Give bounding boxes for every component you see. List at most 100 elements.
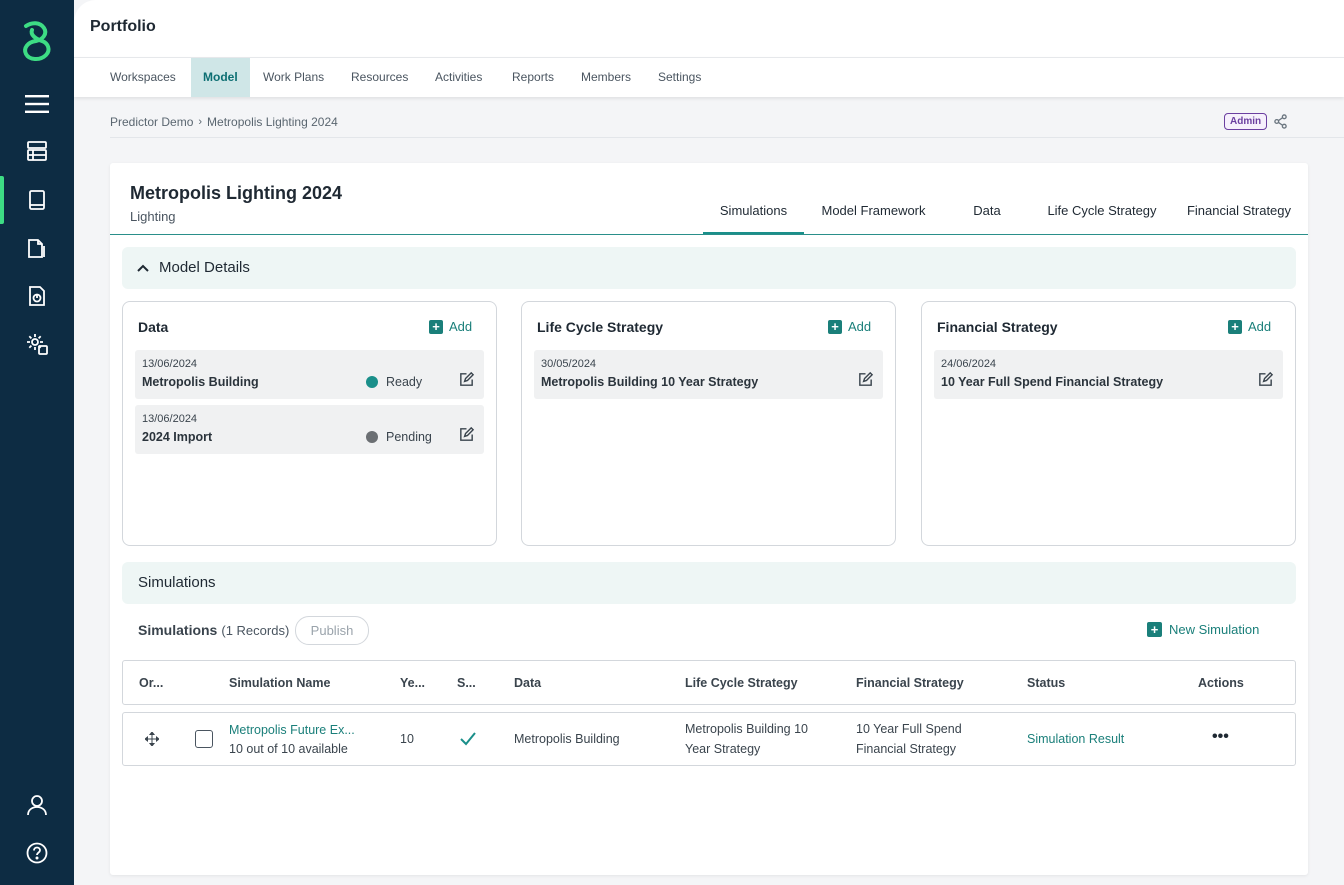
brand-logo[interactable] (18, 20, 56, 62)
item-date: 30/05/2024 (541, 358, 597, 370)
tabs-underline (110, 234, 1308, 235)
breadcrumb-divider (110, 137, 1344, 138)
nav-model[interactable]: Model (191, 58, 250, 97)
nav-work-plans[interactable]: Work Plans (251, 58, 336, 97)
data-item[interactable]: 13/06/2024 Metropolis Building Ready (135, 350, 484, 399)
simulations-record-header: Simulations (1 Records) (138, 622, 289, 638)
plus-icon: + (1147, 622, 1162, 637)
tab-simulations[interactable]: Simulations (703, 203, 804, 235)
breadcrumb-parent[interactable]: Predictor Demo (110, 115, 193, 129)
nav-settings[interactable]: Settings (646, 58, 713, 97)
simulations-section-title: Simulations (138, 574, 216, 591)
data-item[interactable]: 13/06/2024 2024 Import Pending (135, 405, 484, 454)
nav-resources[interactable]: Resources (339, 58, 420, 97)
breadcrumb: Predictor Demo › Metropolis Lighting 202… (110, 115, 338, 129)
col-data[interactable]: Data (514, 676, 541, 690)
table-row: Metropolis Future Ex... 10 out of 10 ava… (122, 712, 1296, 766)
simulation-lcs-line2: Year Strategy (685, 742, 761, 756)
chevron-up-icon[interactable] (136, 261, 150, 275)
plus-icon: + (429, 319, 443, 334)
records-count: (1 Records) (221, 622, 290, 638)
financial-card: Financial Strategy + Add 24/06/2024 10 Y… (921, 301, 1296, 546)
item-name: Metropolis Building (142, 375, 259, 389)
menu-icon[interactable] (17, 86, 57, 122)
breadcrumb-current: Metropolis Lighting 2024 (207, 115, 338, 129)
reports-icon[interactable] (17, 278, 57, 314)
col-years[interactable]: Ye... (400, 676, 425, 690)
model-details-header[interactable]: Model Details (122, 247, 1296, 289)
role-badge: Admin (1224, 113, 1268, 130)
plus-icon: + (1228, 319, 1242, 334)
item-date: 13/06/2024 (142, 358, 198, 370)
nav-reports[interactable]: Reports (500, 58, 566, 97)
model-subtitle: Lighting (130, 209, 176, 224)
app-title: Portfolio (90, 18, 156, 35)
top-nav: Workspaces Model Work Plans Resources Ac… (74, 57, 1344, 97)
simulation-name-link[interactable]: Metropolis Future Ex... (229, 720, 355, 740)
tab-life-cycle-strategy[interactable]: Life Cycle Strategy (1042, 203, 1162, 235)
status-dot-icon (366, 376, 378, 388)
table-header: Or... Simulation Name Ye... S... Data Li… (122, 660, 1296, 705)
tab-model-framework[interactable]: Model Framework (816, 203, 931, 235)
col-order[interactable]: Or... (139, 676, 163, 690)
col-simulation-name[interactable]: Simulation Name (229, 676, 330, 690)
app-header: Portfolio (74, 0, 1344, 57)
item-name: 10 Year Full Spend Financial Strategy (941, 375, 1164, 389)
more-actions-icon[interactable]: ••• (1212, 727, 1229, 747)
life-cycle-item[interactable]: 30/05/2024 Metropolis Building 10 Year S… (534, 350, 883, 399)
item-date: 24/06/2024 (941, 358, 997, 370)
check-icon (460, 732, 476, 746)
publish-button[interactable]: Publish (295, 616, 369, 645)
col-life-cycle-strategy[interactable]: Life Cycle Strategy (685, 676, 798, 690)
add-label: Add (848, 319, 872, 334)
item-status: Ready (366, 375, 422, 389)
add-label: Add (1248, 319, 1272, 334)
nav-members[interactable]: Members (569, 58, 643, 97)
tab-data[interactable]: Data (965, 203, 1009, 235)
model-title: Metropolis Lighting 2024 (130, 183, 343, 203)
add-label: Add (449, 319, 473, 334)
col-selected[interactable]: S... (457, 676, 476, 690)
documents-icon[interactable] (17, 230, 57, 266)
simulation-years: 10 (400, 732, 414, 746)
workspaces-icon[interactable] (17, 133, 57, 169)
item-name: Metropolis Building 10 Year Strategy (541, 375, 759, 389)
settings-gear-icon[interactable] (17, 326, 57, 362)
model-book-icon[interactable] (17, 182, 57, 218)
data-card: Data + Add 13/06/2024 Metropolis Buildin… (122, 301, 497, 546)
user-icon[interactable] (17, 787, 57, 823)
simulation-result-link[interactable]: Simulation Result (1027, 729, 1124, 749)
item-name: 2024 Import (142, 430, 213, 444)
item-status: Pending (366, 430, 432, 444)
new-simulation-label: New Simulation (1169, 622, 1260, 637)
tab-financial-strategy[interactable]: Financial Strategy (1184, 203, 1294, 235)
new-simulation-button[interactable]: + New Simulation (1147, 622, 1259, 637)
simulation-fs-line1: 10 Year Full Spend (856, 722, 962, 736)
financial-item[interactable]: 24/06/2024 10 Year Full Spend Financial … (934, 350, 1283, 399)
edit-icon[interactable] (1257, 371, 1274, 388)
share-icon[interactable] (1273, 114, 1288, 129)
nav-workspaces[interactable]: Workspaces (98, 58, 188, 97)
financial-card-title: Financial Strategy (937, 319, 1058, 335)
life-cycle-add-button[interactable]: + Add (828, 319, 871, 334)
col-financial-strategy[interactable]: Financial Strategy (856, 676, 964, 690)
status-label: Pending (386, 430, 432, 444)
active-indicator (0, 176, 4, 224)
simulations-label: Simulations (138, 622, 218, 638)
help-icon[interactable] (17, 835, 57, 871)
breadcrumb-separator: › (198, 116, 203, 128)
simulation-data: Metropolis Building (514, 732, 620, 746)
col-actions: Actions (1198, 676, 1244, 690)
drag-handle-icon[interactable] (145, 732, 159, 746)
data-add-button[interactable]: + Add (429, 319, 472, 334)
col-status[interactable]: Status (1027, 676, 1065, 690)
nav-activities[interactable]: Activities (423, 58, 494, 97)
life-cycle-card-title: Life Cycle Strategy (537, 319, 664, 335)
data-card-title: Data (138, 319, 169, 335)
edit-icon[interactable] (857, 371, 874, 388)
row-checkbox[interactable] (195, 730, 213, 748)
edit-icon[interactable] (458, 426, 475, 443)
financial-add-button[interactable]: + Add (1228, 319, 1271, 334)
life-cycle-card: Life Cycle Strategy + Add 30/05/2024 Met… (521, 301, 896, 546)
edit-icon[interactable] (458, 371, 475, 388)
